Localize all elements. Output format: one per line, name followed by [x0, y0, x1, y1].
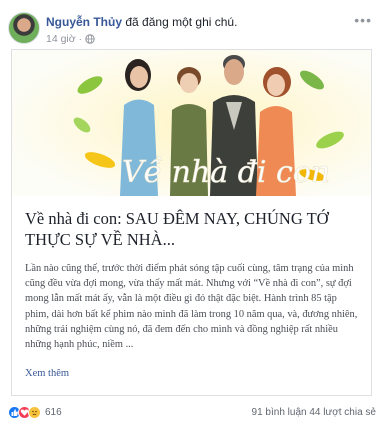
more-options-button[interactable]: •••	[354, 12, 372, 28]
reaction-count[interactable]: 616	[45, 407, 62, 418]
comments-count[interactable]: 91 bình luận	[252, 407, 307, 418]
post-action: đã đăng một ghi chú.	[125, 15, 238, 29]
post-header: Nguyễn Thủy đã đăng một ghi chú. 14 giờ …	[8, 10, 378, 50]
post-header-text: Nguyễn Thủy đã đăng một ghi chú.	[46, 15, 237, 29]
globe-icon[interactable]	[85, 34, 95, 44]
shares-count[interactable]: 44 lượt chia sẻ	[309, 407, 376, 418]
avatar[interactable]	[8, 12, 40, 44]
reactions-summary[interactable]: 616	[8, 406, 62, 419]
post-meta: 14 giờ ·	[46, 33, 95, 45]
cover-script-text: Về nhà đi con	[122, 155, 330, 190]
note-excerpt: Lần nào cũng thế, trước thời điểm phát s…	[25, 263, 358, 351]
author-name[interactable]: Nguyễn Thủy	[46, 15, 122, 29]
note-card[interactable]: Về nhà đi con Về nhà đi con: SAU ĐÊM NAY…	[11, 49, 372, 396]
post-time[interactable]: 14 giờ	[46, 33, 76, 45]
engagement-stats: 91 bình luận 44 lượt chia sẻ	[252, 407, 376, 418]
note-title[interactable]: Về nhà đi con: SAU ĐÊM NAY, CHÚNG TỚ THỰ…	[25, 208, 363, 250]
sad-icon	[28, 406, 41, 419]
post-footer: 616 91 bình luận 44 lượt chia sẻ	[8, 404, 376, 422]
see-more-link[interactable]: Xem thêm	[25, 368, 69, 379]
meta-separator: ·	[78, 33, 82, 45]
note-cover-image[interactable]: Về nhà đi con	[12, 50, 371, 196]
cover-illustration: Về nhà đi con	[12, 50, 371, 196]
